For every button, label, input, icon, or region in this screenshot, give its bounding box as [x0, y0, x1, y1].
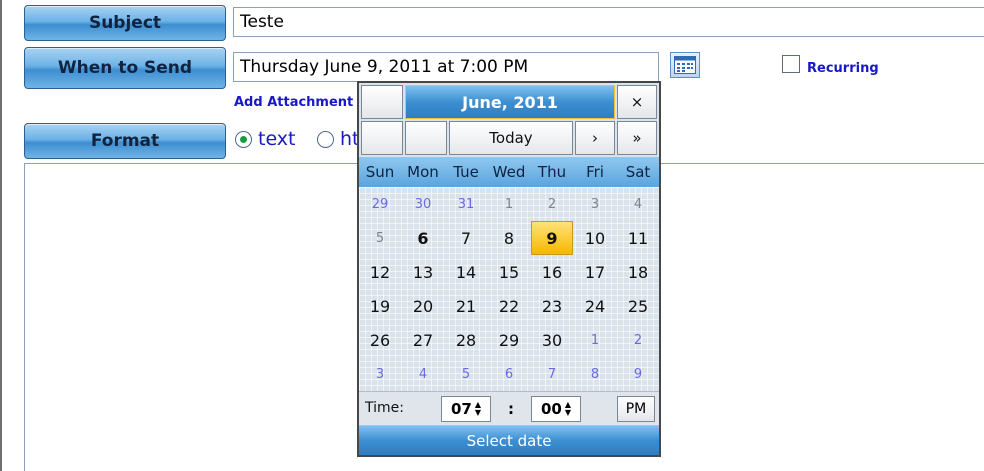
calendar-day[interactable]: 8	[488, 221, 530, 255]
calendar-day[interactable]: 10	[574, 221, 616, 255]
left-border	[0, 0, 2, 471]
prev-year-button[interactable]	[361, 121, 403, 155]
calendar-day[interactable]: 12	[359, 255, 401, 289]
calendar-day[interactable]: 4	[402, 357, 444, 391]
calendar-day[interactable]: 7	[531, 357, 573, 391]
spin-down-icon[interactable]: ▼	[565, 409, 571, 417]
when-to-send-label-button[interactable]: When to Send	[24, 47, 226, 89]
calendar-day[interactable]: 17	[574, 255, 616, 289]
calendar-day[interactable]: 14	[445, 255, 487, 289]
calendar-day[interactable]: 2	[531, 187, 573, 221]
calendar-day[interactable]: 19	[359, 289, 401, 323]
next-year-button[interactable]: »	[617, 121, 657, 155]
select-date-label: Select date	[466, 431, 552, 450]
calendar-day[interactable]: 26	[359, 323, 401, 357]
empty-nav-slot	[361, 85, 403, 119]
hour-spinner[interactable]: 07 ▲ ▼	[441, 396, 491, 422]
close-button[interactable]: ×	[617, 85, 657, 119]
format-label-button[interactable]: Format	[24, 123, 226, 159]
calendar-day[interactable]: 7	[445, 221, 487, 255]
calendar-day[interactable]: 1	[574, 323, 616, 357]
ampm-value: PM	[625, 401, 647, 417]
hour-value: 07	[450, 400, 472, 418]
date-picker-popup: June, 2011 × Today › » Sun Mon Tue Wed T…	[357, 81, 661, 457]
format-label: Format	[90, 131, 160, 151]
send-date-value: Thursday June 9, 2011 at 7:00 PM	[240, 57, 529, 77]
calendar-day[interactable]: 15	[488, 255, 530, 289]
minute-value: 00	[540, 400, 562, 418]
weekday-label: Thu	[537, 163, 567, 181]
calendar-day[interactable]: 23	[531, 289, 573, 323]
calendar-day-selected[interactable]: 9	[531, 221, 573, 255]
recurring-checkbox[interactable]	[782, 55, 800, 73]
calendar-day[interactable]: 31	[445, 187, 487, 221]
time-label: Time:	[365, 400, 404, 416]
spin-down-icon[interactable]: ▼	[475, 409, 481, 417]
calendar-day[interactable]: 5	[359, 221, 401, 255]
close-icon: ×	[630, 93, 644, 111]
select-date-bar[interactable]: Select date	[359, 425, 659, 455]
recurring-label[interactable]: Recurring	[807, 61, 879, 76]
minute-spinner[interactable]: 00 ▲ ▼	[531, 396, 581, 422]
calendar-month-title[interactable]: June, 2011	[405, 85, 615, 119]
weekday-label: Sun	[365, 163, 395, 181]
today-button[interactable]: Today	[449, 121, 573, 155]
calendar-day[interactable]: 8	[574, 357, 616, 391]
calendar-icon-graphic	[674, 56, 696, 74]
calendar-day[interactable]: 2	[617, 323, 659, 357]
time-colon: :	[508, 400, 514, 418]
subject-value: Teste	[240, 12, 284, 32]
format-html-radio[interactable]	[317, 131, 334, 148]
prev-month-button[interactable]	[405, 121, 447, 155]
weekday-label: Sat	[625, 163, 651, 181]
weekday-label: Tue	[453, 163, 479, 181]
calendar-day[interactable]: 22	[488, 289, 530, 323]
calendar-day[interactable]: 3	[574, 187, 616, 221]
time-selector-row: Time: 07 ▲ ▼ : 00 ▲ ▼ PM	[359, 391, 659, 425]
calendar-day[interactable]: 21	[445, 289, 487, 323]
format-text-radio[interactable]	[235, 131, 252, 148]
calendar-day[interactable]: 3	[359, 357, 401, 391]
calendar-day[interactable]: 18	[617, 255, 659, 289]
chevron-right-icon: ›	[592, 129, 598, 147]
add-attachment-link[interactable]: Add Attachment	[234, 95, 353, 110]
calendar-day[interactable]: 5	[445, 357, 487, 391]
subject-label-button[interactable]: Subject	[24, 5, 226, 41]
calendar-day[interactable]: 16	[531, 255, 573, 289]
calendar-day[interactable]: 25	[617, 289, 659, 323]
format-text-label[interactable]: text	[258, 128, 296, 150]
calendar-day[interactable]: 20	[402, 289, 444, 323]
weekday-header: Sun Mon Tue Wed Thu Fri Sat	[359, 157, 659, 187]
weekday-label: Fri	[586, 163, 604, 181]
calendar-day[interactable]: 29	[359, 187, 401, 221]
calendar-day[interactable]: 11	[617, 221, 659, 255]
calendar-day[interactable]: 6	[402, 221, 444, 255]
send-date-input[interactable]: Thursday June 9, 2011 at 7:00 PM	[233, 52, 659, 82]
when-to-send-label: When to Send	[57, 58, 193, 78]
calendar-day[interactable]: 4	[617, 187, 659, 221]
calendar-day-grid: 29 30 31 1 2 3 4 5 6 7 8 9 10 11 12 13 1…	[359, 187, 659, 391]
calendar-day[interactable]: 28	[445, 323, 487, 357]
calendar-day[interactable]: 9	[617, 357, 659, 391]
calendar-day[interactable]: 30	[402, 187, 444, 221]
next-month-button[interactable]: ›	[575, 121, 615, 155]
calendar-title-text: June, 2011	[462, 92, 558, 112]
calendar-day[interactable]: 27	[402, 323, 444, 357]
calendar-day[interactable]: 30	[531, 323, 573, 357]
calendar-day[interactable]: 6	[488, 357, 530, 391]
calendar-day[interactable]: 24	[574, 289, 616, 323]
calendar-icon[interactable]	[670, 52, 700, 78]
weekday-label: Wed	[492, 163, 526, 181]
calendar-day[interactable]: 1	[488, 187, 530, 221]
ampm-toggle-button[interactable]: PM	[617, 396, 655, 422]
subject-label: Subject	[88, 13, 162, 33]
double-chevron-right-icon: »	[632, 129, 642, 147]
today-label: Today	[489, 129, 533, 147]
weekday-label: Mon	[407, 163, 439, 181]
subject-input[interactable]: Teste	[233, 7, 984, 37]
calendar-day[interactable]: 29	[488, 323, 530, 357]
calendar-day[interactable]: 13	[402, 255, 444, 289]
